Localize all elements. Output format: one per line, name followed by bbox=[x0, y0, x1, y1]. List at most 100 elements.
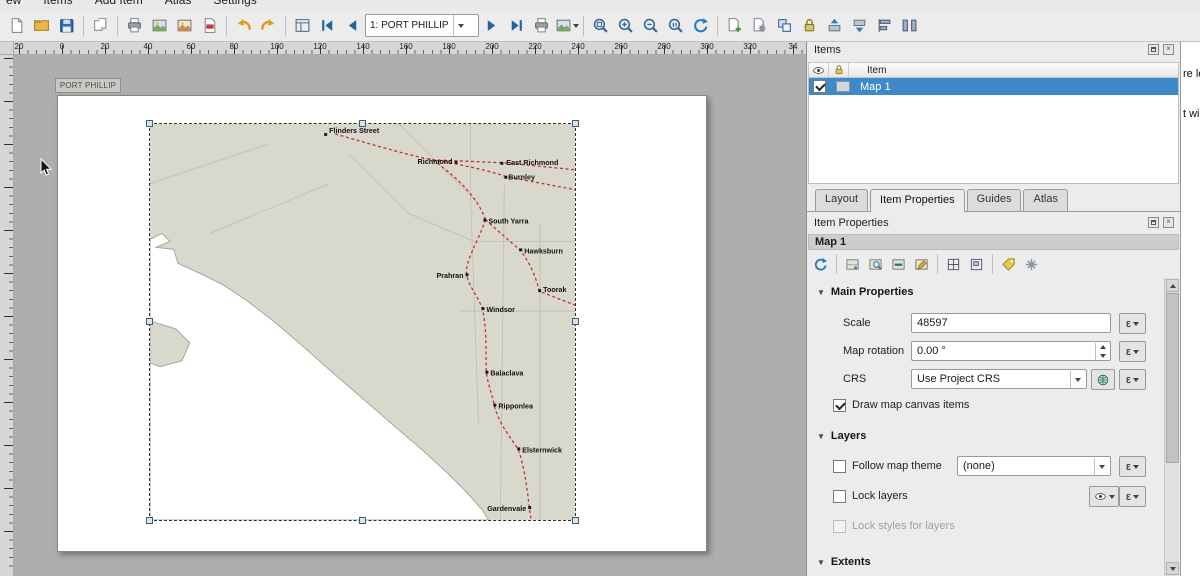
rotation-spinbox[interactable]: 0.00 ° bbox=[911, 341, 1111, 361]
properties-scrollbar[interactable] bbox=[1164, 278, 1179, 576]
selection-handle[interactable] bbox=[146, 517, 153, 524]
lock-items-button[interactable] bbox=[797, 13, 822, 39]
tab-layout[interactable]: Layout bbox=[815, 189, 868, 211]
export-atlas-button[interactable] bbox=[554, 13, 579, 39]
close-panel-button[interactable]: × bbox=[1163, 217, 1174, 228]
grid-icon bbox=[946, 257, 961, 272]
group-items-button[interactable] bbox=[772, 13, 797, 39]
draw-canvas-items-checkbox[interactable] bbox=[833, 399, 846, 412]
items-row-map1[interactable]: Map 1 bbox=[809, 78, 1178, 95]
selection-handle[interactable] bbox=[146, 120, 153, 127]
selection-handle[interactable] bbox=[572, 517, 579, 524]
labels-settings-button[interactable] bbox=[997, 253, 1020, 275]
float-panel-button[interactable] bbox=[1148, 217, 1159, 228]
crs-data-defined-button[interactable]: ε bbox=[1119, 369, 1146, 390]
print-button[interactable] bbox=[122, 13, 147, 39]
clipping-settings-button[interactable] bbox=[1020, 253, 1043, 275]
show-grid-button[interactable] bbox=[942, 253, 965, 275]
add-pages-button[interactable] bbox=[722, 13, 747, 39]
print-atlas-button[interactable] bbox=[529, 13, 554, 39]
menu-view[interactable]: ew bbox=[6, 0, 21, 7]
item-visibility-checkbox[interactable] bbox=[813, 80, 826, 93]
scale-data-defined-button[interactable]: ε bbox=[1119, 313, 1146, 334]
tab-atlas[interactable]: Atlas bbox=[1023, 189, 1067, 211]
selection-handle[interactable] bbox=[359, 120, 366, 127]
menu-add-item[interactable]: Add Item bbox=[95, 0, 143, 7]
duplicate-layout-button[interactable] bbox=[88, 13, 113, 39]
zoom-full-button[interactable] bbox=[588, 13, 613, 39]
float-panel-button[interactable] bbox=[1148, 44, 1159, 55]
collapse-triangle-icon: ▼ bbox=[817, 288, 825, 297]
layout-manager-button[interactable] bbox=[29, 13, 54, 39]
visible-layers-button[interactable] bbox=[1089, 486, 1119, 507]
scroll-down-button[interactable] bbox=[1166, 562, 1179, 575]
export-image-button[interactable] bbox=[147, 13, 172, 39]
atlas-next-button[interactable] bbox=[479, 13, 504, 39]
tab-item-properties[interactable]: Item Properties bbox=[870, 189, 965, 212]
section-main-properties[interactable]: ▼Main Properties bbox=[817, 286, 913, 298]
tab-guides[interactable]: Guides bbox=[967, 189, 1022, 211]
rotation-data-defined-button[interactable]: ε bbox=[1119, 341, 1146, 362]
selection-handle[interactable] bbox=[146, 318, 153, 325]
ruler-label: 260 bbox=[614, 42, 627, 51]
atlas-settings-button[interactable] bbox=[290, 13, 315, 39]
selection-handle[interactable] bbox=[572, 318, 579, 325]
follow-map-theme-checkbox[interactable] bbox=[833, 460, 846, 473]
svg-text:East Richmond: East Richmond bbox=[506, 159, 558, 167]
atlas-prev-button[interactable] bbox=[340, 13, 365, 39]
lock-layers-data-defined-button[interactable]: ε bbox=[1119, 486, 1146, 507]
update-preview-button[interactable] bbox=[809, 253, 832, 275]
selection-handle[interactable] bbox=[359, 517, 366, 524]
scale-input[interactable]: 48597 bbox=[911, 313, 1111, 333]
crs-combo[interactable]: Use Project CRS bbox=[911, 369, 1087, 389]
atlas-first-button[interactable] bbox=[315, 13, 340, 39]
zoom-actual-button[interactable] bbox=[663, 13, 688, 39]
view-extent-button[interactable] bbox=[864, 253, 887, 275]
svg-text:Hawksburn: Hawksburn bbox=[524, 247, 563, 255]
spinbox-arrows[interactable] bbox=[1095, 343, 1109, 360]
theme-data-defined-button[interactable]: ε bbox=[1119, 456, 1146, 477]
section-extents[interactable]: ▼Extents bbox=[817, 556, 871, 568]
undo-button[interactable] bbox=[231, 13, 256, 39]
map-theme-combo[interactable]: (none) bbox=[957, 456, 1111, 476]
gear-icon bbox=[1024, 257, 1039, 272]
scroll-up-button[interactable] bbox=[1166, 279, 1179, 292]
layout-canvas[interactable]: PORT PHILLIP bbox=[14, 55, 806, 576]
redo-button[interactable] bbox=[256, 13, 281, 39]
overview-button[interactable] bbox=[965, 253, 988, 275]
refresh-view-button[interactable] bbox=[688, 13, 713, 39]
export-pdf-button[interactable] bbox=[197, 13, 222, 39]
distribute-items-button[interactable] bbox=[897, 13, 922, 39]
set-extent-button[interactable] bbox=[841, 253, 864, 275]
globe-icon bbox=[1096, 373, 1110, 387]
edit-extent-button[interactable] bbox=[910, 253, 933, 275]
ruler-label: 20 bbox=[15, 42, 24, 51]
crs-select-button[interactable] bbox=[1091, 369, 1115, 390]
lock-layers-checkbox[interactable] bbox=[833, 490, 846, 503]
layout-page[interactable]: Flinders Street Richmond East Richmond B… bbox=[57, 95, 707, 552]
atlas-feature-combo[interactable]: 1: PORT PHILLIP bbox=[365, 14, 479, 37]
menu-settings[interactable]: Settings bbox=[213, 0, 256, 7]
zoom-out-button[interactable] bbox=[638, 13, 663, 39]
selection-handle[interactable] bbox=[572, 120, 579, 127]
dropdown-caret-icon bbox=[573, 24, 579, 28]
lower-items-button[interactable] bbox=[847, 13, 872, 39]
set-scale-button[interactable] bbox=[887, 253, 910, 275]
export-svg-button[interactable] bbox=[172, 13, 197, 39]
close-panel-button[interactable]: × bbox=[1163, 44, 1174, 55]
section-layers[interactable]: ▼Layers bbox=[817, 430, 866, 442]
new-layout-button[interactable] bbox=[4, 13, 29, 39]
raise-items-button[interactable] bbox=[822, 13, 847, 39]
zoom-in-button[interactable] bbox=[613, 13, 638, 39]
menu-atlas[interactable]: Atlas bbox=[165, 0, 192, 7]
align-items-button[interactable] bbox=[872, 13, 897, 39]
save-project-button[interactable] bbox=[54, 13, 79, 39]
page-properties-button[interactable] bbox=[747, 13, 772, 39]
menu-items[interactable]: Items bbox=[43, 0, 72, 7]
atlas-last-button[interactable] bbox=[504, 13, 529, 39]
scrollbar-thumb[interactable] bbox=[1166, 293, 1179, 463]
lock-styles-checkbox[interactable] bbox=[833, 520, 846, 533]
dock-tab-bar: Layout Item Properties Guides Atlas bbox=[807, 190, 1180, 212]
map-item[interactable]: Flinders Street Richmond East Richmond B… bbox=[149, 123, 576, 521]
items-list[interactable]: Map 1 bbox=[808, 78, 1179, 184]
